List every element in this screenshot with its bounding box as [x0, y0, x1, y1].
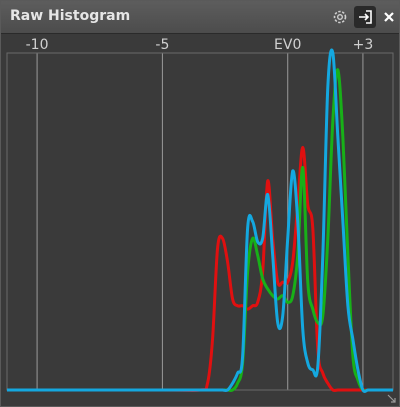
dock-icon[interactable] — [354, 6, 376, 28]
series-layer — [7, 48, 393, 393]
histogram-series-2 — [7, 48, 393, 393]
grid-lines — [36, 53, 364, 390]
histogram-chart: -10 -5 EV0 +3 — [6, 37, 394, 393]
panel-titlebar[interactable]: Raw Histogram — [1, 1, 399, 34]
x-tick-label: +3 — [353, 37, 374, 53]
x-tick-label: -5 — [155, 37, 169, 53]
histogram-series-0 — [7, 145, 393, 392]
resize-grip-icon[interactable] — [387, 394, 396, 403]
panel-title: Raw Histogram — [10, 8, 131, 24]
histogram-series-1 — [7, 68, 393, 393]
gear-icon[interactable] — [329, 6, 351, 28]
close-icon[interactable] — [378, 6, 400, 28]
x-tick-label: -10 — [26, 37, 49, 53]
x-tick-labels: -10 -5 EV0 +3 — [26, 37, 374, 53]
raw-histogram-panel: Raw Histogram -10 -5 EV0 +3 — [0, 0, 400, 407]
x-tick-label: EV0 — [274, 37, 301, 53]
